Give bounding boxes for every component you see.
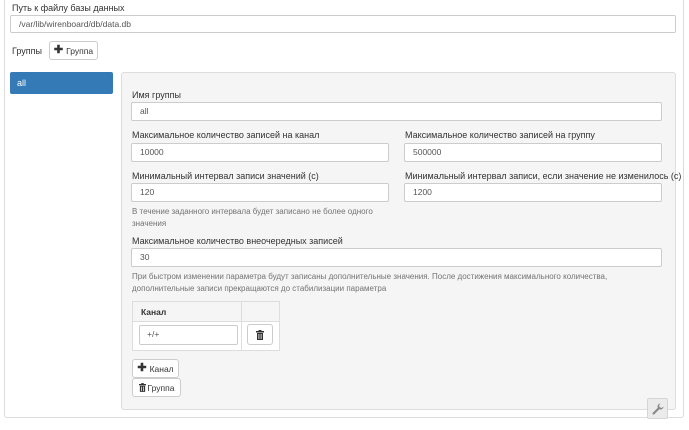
add-channel-button[interactable]: ✚ Канал bbox=[132, 359, 179, 378]
trash-icon bbox=[256, 329, 264, 340]
channel-row-input[interactable]: +/+ bbox=[139, 325, 238, 345]
db-path-input[interactable]: /var/lib/wirenboard/db/data.db bbox=[10, 15, 676, 33]
table-divider bbox=[241, 302, 242, 350]
max-records-group-input[interactable]: 500000 bbox=[404, 143, 662, 162]
db-path-label: Путь к файлу базы данных bbox=[12, 3, 125, 13]
min-interval-unchanged-label: Минимальный интервал записи, если значен… bbox=[405, 171, 682, 181]
group-nav-item-all[interactable]: all bbox=[10, 72, 113, 94]
add-group-button[interactable]: ✚ Группа bbox=[49, 41, 98, 60]
delete-group-button[interactable]: Группа bbox=[132, 378, 181, 397]
min-interval-unchanged-input[interactable]: 1200 bbox=[404, 183, 662, 202]
max-extra-input[interactable]: 30 bbox=[131, 248, 662, 267]
delete-group-button-label: Группа bbox=[147, 382, 175, 393]
max-records-channel-label: Максимальное количество записей на канал bbox=[132, 130, 320, 140]
group-name-label: Имя группы bbox=[132, 90, 181, 100]
trash-icon bbox=[138, 383, 146, 392]
max-extra-help: При быстром изменении параметра будут за… bbox=[132, 272, 608, 293]
add-channel-button-label: Канал bbox=[149, 363, 174, 374]
channel-column-header: Канал bbox=[141, 307, 167, 317]
groups-label: Группы bbox=[12, 46, 42, 56]
delete-channel-button[interactable] bbox=[247, 324, 273, 345]
max-records-channel-input[interactable]: 10000 bbox=[131, 143, 389, 162]
group-name-input[interactable]: all bbox=[131, 102, 662, 121]
plus-icon: ✚ bbox=[53, 44, 64, 56]
max-records-group-label: Максимальное количество записей на групп… bbox=[405, 130, 595, 140]
min-interval-help: В течение заданного интервала будет запи… bbox=[132, 207, 373, 228]
max-extra-label: Максимальное количество внеочередных зап… bbox=[132, 236, 343, 246]
min-interval-input[interactable]: 120 bbox=[131, 183, 389, 202]
min-interval-label: Минимальный интервал записи значений (с) bbox=[132, 171, 319, 181]
settings-button[interactable] bbox=[647, 398, 668, 419]
plus-icon: ✚ bbox=[137, 362, 147, 374]
wrench-icon bbox=[651, 403, 663, 415]
add-group-button-label: Группа bbox=[66, 45, 94, 56]
